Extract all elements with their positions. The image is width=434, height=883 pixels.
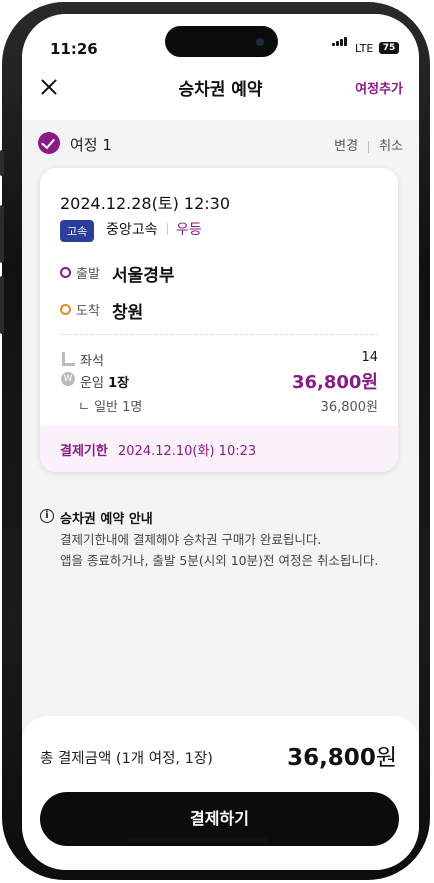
trip-header: 여정 1 변경 취소 — [38, 132, 403, 160]
bus-type-badge: 고속 — [60, 220, 95, 242]
arrival-dot-icon — [60, 304, 71, 315]
payment-deadline-bar: 결제기한 2024.12.10(화) 10:23 — [40, 426, 398, 472]
passenger-fare: 36,800원 — [320, 400, 378, 415]
seat-icon — [62, 352, 75, 366]
passenger-type: ㄴ 일반 1명 — [78, 400, 143, 415]
seat-label: 좌석 — [80, 354, 104, 369]
home-indicator[interactable] — [128, 838, 268, 843]
departure-terminal: 서울경부 — [112, 266, 175, 286]
total-label: 총 결제금액 (1개 여정, 1장) — [40, 751, 213, 767]
check-circle-icon[interactable] — [38, 132, 60, 154]
divider — [167, 223, 168, 235]
phone-side-button — [0, 205, 4, 263]
total-amount: 36,800원 — [287, 745, 397, 771]
dashed-divider — [60, 334, 378, 335]
won-icon: W — [61, 372, 75, 386]
bus-grade: 우등 — [176, 222, 202, 238]
deadline-label: 결제기한 — [60, 444, 108, 459]
deadline-value: 2024.12.10(화) 10:23 — [118, 444, 257, 459]
status-time: 11:26 — [50, 40, 98, 58]
battery-icon: 75 — [379, 42, 399, 54]
fare-amount: 36,800원 — [291, 372, 378, 393]
fare-count: 1장 — [108, 376, 130, 391]
notice-line: 결제기한내에 결제해야 승차권 구매가 완료됩니다. — [60, 532, 322, 547]
phone-side-button — [0, 276, 4, 334]
cancel-button[interactable]: 취소 — [379, 139, 403, 154]
trip-actions: 변경 취소 — [334, 135, 403, 154]
info-icon: i — [40, 509, 54, 523]
notice-line: 앱을 종료하거나, 출발 5분(시외 10분)전 여정은 취소됩니다. — [60, 553, 379, 568]
camera-icon — [256, 38, 264, 46]
arrival-label: 도착 — [76, 304, 100, 319]
phone-side-button — [0, 150, 4, 176]
change-button[interactable]: 변경 — [334, 139, 358, 154]
trip-card: 2024.12.28(토) 12:30 고속 중앙고속 우등 출발 서울경부 도… — [40, 168, 398, 472]
status-bar: 11:26 LTE 75 — [22, 14, 419, 72]
departure-dot-icon — [60, 267, 71, 278]
payment-footer: 총 결제금액 (1개 여정, 1장) 36,800원 결제하기 — [22, 716, 419, 870]
bus-company: 중앙고속 — [106, 222, 158, 238]
arrival-terminal: 창원 — [112, 303, 144, 323]
notice-title: 승차권 예약 안내 — [60, 512, 153, 527]
trip-label: 여정 1 — [70, 136, 112, 154]
seat-number: 14 — [361, 350, 378, 365]
network-label: LTE — [355, 42, 374, 55]
fare-label: 운임 1장 — [80, 376, 130, 391]
screen: 11:26 LTE 75 승차권 예약 여정추가 여정 1 변경 취소 2024.… — [22, 14, 419, 870]
trip-datetime: 2024.12.28(토) 12:30 — [60, 194, 231, 213]
divider — [368, 140, 370, 153]
add-trip-button[interactable]: 여정추가 — [355, 78, 403, 97]
departure-label: 출발 — [76, 267, 100, 282]
dynamic-island — [165, 26, 278, 57]
